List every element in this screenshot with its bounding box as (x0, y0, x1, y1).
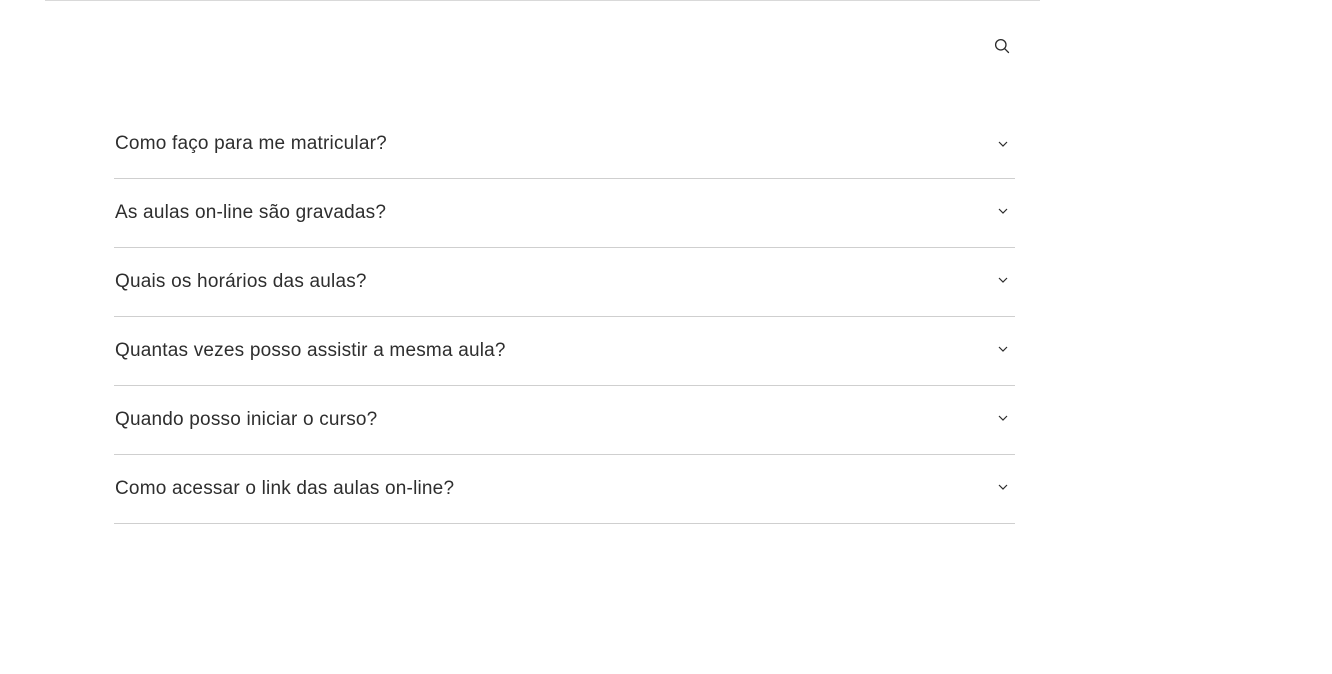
faq-question: Como acessar o link das aulas on-line? (115, 478, 455, 499)
page: Como faço para me matricular? As aulas o… (0, 0, 1332, 674)
faq-item-start[interactable]: Quando posso iniciar o curso? (114, 386, 1015, 455)
faq-item-rewatch[interactable]: Quantas vezes posso assistir a mesma aul… (114, 317, 1015, 386)
faq-question: Quantas vezes posso assistir a mesma aul… (115, 340, 506, 361)
chevron-down-icon[interactable] (997, 274, 1009, 286)
faq-item-schedule[interactable]: Quais os horários das aulas? (114, 248, 1015, 317)
chevron-down-icon[interactable] (997, 343, 1009, 355)
chevron-down-icon[interactable] (997, 138, 1009, 150)
chevron-down-icon[interactable] (997, 205, 1009, 217)
faq-question: As aulas on-line são gravadas? (115, 202, 387, 223)
search-icon (994, 38, 1010, 59)
faq-item-enroll[interactable]: Como faço para me matricular? (114, 110, 1015, 179)
chevron-down-icon[interactable] (997, 481, 1009, 493)
faq-question: Como faço para me matricular? (115, 133, 387, 154)
top-divider (45, 0, 1040, 1)
faq-item-recorded[interactable]: As aulas on-line são gravadas? (114, 179, 1015, 248)
faq-question: Quando posso iniciar o curso? (115, 409, 378, 430)
faq-question: Quais os horários das aulas? (115, 271, 367, 292)
chevron-down-icon[interactable] (997, 412, 1009, 424)
search-button[interactable] (992, 38, 1012, 58)
faq-list: Como faço para me matricular? As aulas o… (114, 110, 1015, 524)
faq-item-link[interactable]: Como acessar o link das aulas on-line? (114, 455, 1015, 524)
